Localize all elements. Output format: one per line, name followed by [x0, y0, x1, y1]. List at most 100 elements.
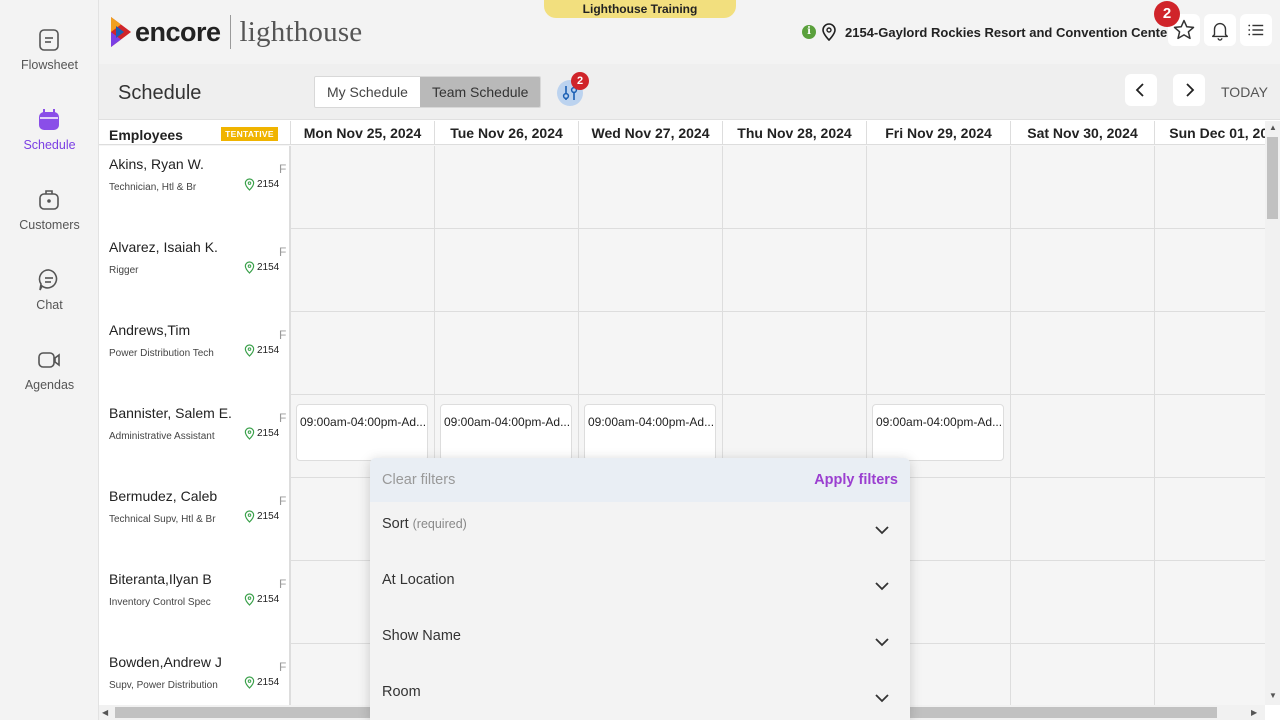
filter-panel-header: Clear filters Apply filters: [370, 458, 910, 502]
filter-show-name-label: Show Name: [382, 628, 461, 644]
employee-cell[interactable]: Biteranta,Ilyan B F Inventory Control Spec…: [99, 561, 290, 644]
schedule-cell[interactable]: [1154, 478, 1265, 561]
schedule-cell[interactable]: [1154, 146, 1265, 229]
day-header: Mon Nov 25, 2024: [290, 121, 434, 145]
chevron-down-icon: [875, 638, 889, 647]
employee-row: Andrews,Tim F Power Distribution Tech 2154: [99, 312, 1265, 395]
nav-item-agendas[interactable]: Agendas: [0, 348, 99, 412]
schedule-cell[interactable]: [1010, 312, 1154, 395]
employee-location: 2154: [244, 427, 279, 440]
scroll-right-arrow[interactable]: ▶: [1251, 708, 1257, 717]
schedule-cell[interactable]: [1154, 395, 1265, 478]
schedule-cell[interactable]: [1010, 229, 1154, 312]
nav-label-schedule: Schedule: [23, 138, 76, 152]
employee-cell[interactable]: Andrews,Tim F Power Distribution Tech 2154: [99, 312, 290, 395]
employee-location-code: 2154: [257, 594, 280, 605]
nav-item-chat[interactable]: Chat: [0, 268, 99, 332]
employee-name: Bowden,Andrew J: [109, 654, 222, 670]
scroll-down-arrow[interactable]: ▼: [1269, 691, 1277, 700]
schedule-cell[interactable]: [290, 229, 434, 312]
schedule-cell[interactable]: [1154, 312, 1265, 395]
filter-at-location[interactable]: At Location: [370, 558, 910, 614]
employee-name: Andrews,Tim: [109, 322, 191, 338]
nav-label-customers: Customers: [19, 218, 80, 232]
map-pin-icon: [244, 178, 255, 191]
today-button[interactable]: TODAY: [1221, 84, 1268, 100]
schedule-cell[interactable]: [1010, 395, 1154, 478]
notifications-button[interactable]: [1204, 14, 1236, 46]
schedule-cell[interactable]: [290, 312, 434, 395]
schedule-cell[interactable]: [866, 312, 1010, 395]
employee-cell[interactable]: Bermudez, Caleb F Technical Supv, Htl & Br…: [99, 478, 290, 561]
apply-filters-button[interactable]: Apply filters: [814, 472, 898, 488]
employee-cell[interactable]: Alvarez, Isaiah K. F Rigger 2154: [99, 229, 290, 312]
schedule-cell[interactable]: [866, 146, 1010, 229]
tentative-badge[interactable]: TENTATIVE: [221, 127, 278, 141]
shift-block[interactable]: 09:00am-04:00pm-Ad...: [584, 404, 716, 461]
day-header: Wed Nov 27, 2024: [578, 121, 722, 145]
shift-block[interactable]: 09:00am-04:00pm-Ad...: [872, 404, 1004, 461]
schedule-cell[interactable]: [1154, 644, 1265, 705]
scroll-up-arrow[interactable]: ▲: [1269, 123, 1277, 132]
nav-item-flowsheet[interactable]: Flowsheet: [0, 28, 99, 92]
schedule-cell[interactable]: [434, 146, 578, 229]
nav-label-agendas: Agendas: [24, 378, 75, 392]
employee-location-code: 2154: [257, 345, 280, 356]
environment-banner: Lighthouse Training: [544, 0, 736, 18]
employee-location: 2154: [244, 178, 279, 191]
menu-button[interactable]: [1240, 14, 1272, 46]
schedule-cell[interactable]: [1010, 561, 1154, 644]
next-week-button[interactable]: [1173, 74, 1205, 106]
schedule-cell[interactable]: [434, 312, 578, 395]
employee-flag: F: [279, 411, 287, 425]
schedule-cell[interactable]: [866, 229, 1010, 312]
schedule-cell[interactable]: [434, 229, 578, 312]
employee-cell[interactable]: Bannister, Salem E. F Administrative Assis…: [99, 395, 290, 478]
schedule-cell[interactable]: [1010, 644, 1154, 705]
tab-my-schedule[interactable]: My Schedule: [315, 77, 420, 107]
video-icon: [38, 352, 60, 368]
filter-sort-label: Sort (required): [382, 516, 467, 532]
clear-filters-button[interactable]: Clear filters: [382, 472, 455, 488]
document-icon: [39, 29, 59, 51]
filter-panel: Clear filters Apply filters Sort (requir…: [370, 458, 910, 720]
tab-team-schedule[interactable]: Team Schedule: [419, 77, 541, 107]
map-pin-icon: [244, 261, 255, 274]
employee-name: Bermudez, Caleb: [109, 488, 218, 504]
vertical-scroll-thumb[interactable]: [1267, 137, 1278, 219]
nav-item-schedule[interactable]: Schedule: [0, 108, 99, 172]
bell-icon: [1211, 22, 1229, 41]
nav-label-chat: Chat: [36, 298, 63, 312]
employee-cell[interactable]: Akins, Ryan W. F Technician, Htl & Br 2154: [99, 146, 290, 229]
schedule-cell[interactable]: [1154, 229, 1265, 312]
employee-location: 2154: [244, 261, 279, 274]
employee-location: 2154: [244, 676, 279, 689]
vertical-scrollbar[interactable]: ▲ ▼: [1265, 121, 1280, 705]
scroll-left-arrow[interactable]: ◀: [102, 708, 108, 717]
favorites-badge: 2: [1154, 1, 1180, 27]
shift-block[interactable]: 09:00am-04:00pm-Ad...: [296, 404, 428, 461]
schedule-cell[interactable]: [578, 229, 722, 312]
schedule-cell[interactable]: [1154, 561, 1265, 644]
schedule-cell[interactable]: [578, 146, 722, 229]
previous-week-button[interactable]: [1125, 74, 1157, 106]
schedule-cell[interactable]: [722, 229, 866, 312]
employee-name: Biteranta,Ilyan B: [109, 571, 212, 587]
shift-block[interactable]: 09:00am-04:00pm-Ad...: [440, 404, 572, 461]
filter-show-name[interactable]: Show Name: [370, 614, 910, 670]
filter-sort[interactable]: Sort (required): [370, 502, 910, 558]
schedule-cell[interactable]: [722, 312, 866, 395]
schedule-cell[interactable]: [1010, 146, 1154, 229]
schedule-cell[interactable]: [722, 146, 866, 229]
employee-row: Akins, Ryan W. F Technician, Htl & Br 2154: [99, 146, 1265, 229]
filter-room[interactable]: Room: [370, 670, 910, 720]
schedule-cell[interactable]: [578, 312, 722, 395]
schedule-cell[interactable]: [1010, 478, 1154, 561]
schedule-view-toggle: My Schedule Team Schedule: [314, 76, 542, 108]
schedule-cell[interactable]: [290, 146, 434, 229]
employee-cell[interactable]: Bowden,Andrew J F Supv, Power Distribution…: [99, 644, 290, 705]
location-selector[interactable]: i 2154-Gaylord Rockies Resort and Conven…: [802, 22, 1172, 42]
map-pin-icon: [822, 23, 836, 41]
nav-item-customers[interactable]: Customers: [0, 188, 99, 252]
brand-logo[interactable]: encore lighthouse: [107, 12, 362, 52]
